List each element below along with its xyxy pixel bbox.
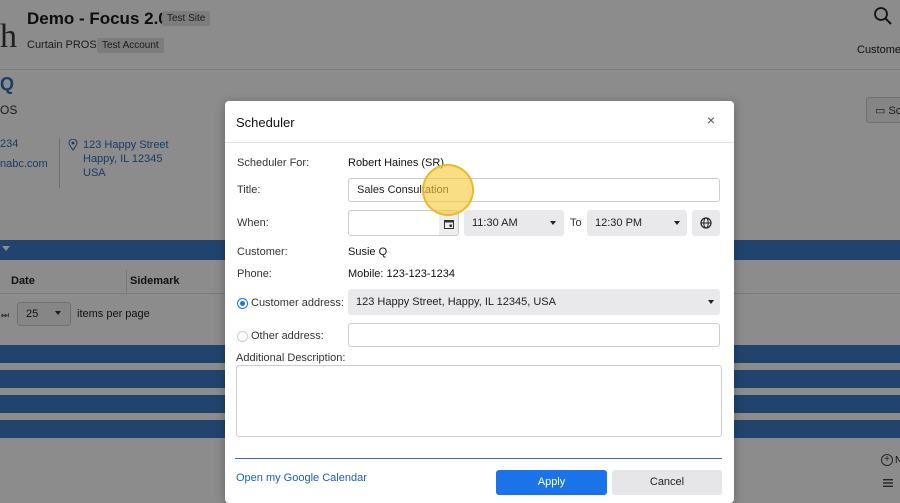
date-input[interactable]: [348, 210, 440, 236]
additional-description-label: Additional Description:: [236, 352, 346, 364]
other-address-input[interactable]: [348, 323, 720, 347]
when-label: When:: [237, 217, 269, 229]
title-input[interactable]: Sales Consultation: [348, 178, 720, 202]
scheduler-for-label: Scheduler For:: [237, 157, 310, 169]
customer-address-label[interactable]: Customer address:: [251, 297, 344, 309]
apply-button[interactable]: Apply: [496, 470, 607, 495]
to-label: To: [570, 217, 582, 229]
end-time-select[interactable]: 12:30 PM: [587, 210, 687, 236]
customer-label: Customer:: [237, 246, 288, 258]
chevron-down-icon: [708, 300, 714, 304]
cursor-highlight: [422, 164, 474, 216]
dialog-header: Scheduler ×: [225, 101, 734, 143]
timezone-button[interactable]: [692, 210, 720, 236]
globe-icon: [700, 217, 712, 229]
phone-value: Mobile: 123-123-1234: [348, 268, 456, 280]
additional-description-textarea[interactable]: [236, 365, 722, 437]
customer-value: Susie Q: [348, 246, 388, 258]
calendar-icon: [444, 220, 454, 229]
cancel-button[interactable]: Cancel: [612, 470, 722, 495]
footer-divider: [235, 458, 722, 459]
dialog-title: Scheduler: [236, 115, 295, 130]
start-time-select[interactable]: 11:30 AM: [464, 210, 564, 236]
customer-address-select[interactable]: 123 Happy Street, Happy, IL 12345, USA: [348, 289, 720, 315]
other-address-label[interactable]: Other address:: [251, 330, 324, 342]
scheduler-for-value: Robert Haines (SR): [348, 157, 444, 169]
scheduler-dialog: Scheduler × Scheduler For: Robert Haines…: [225, 101, 734, 503]
close-icon[interactable]: ×: [704, 113, 718, 127]
title-label: Title:: [237, 184, 261, 196]
customer-address-radio[interactable]: [237, 298, 248, 309]
chevron-down-icon: [550, 221, 556, 225]
other-address-radio[interactable]: [237, 331, 248, 342]
phone-label: Phone:: [237, 268, 272, 280]
chevron-down-icon: [674, 221, 680, 225]
google-calendar-link[interactable]: Open my Google Calendar: [236, 472, 367, 484]
